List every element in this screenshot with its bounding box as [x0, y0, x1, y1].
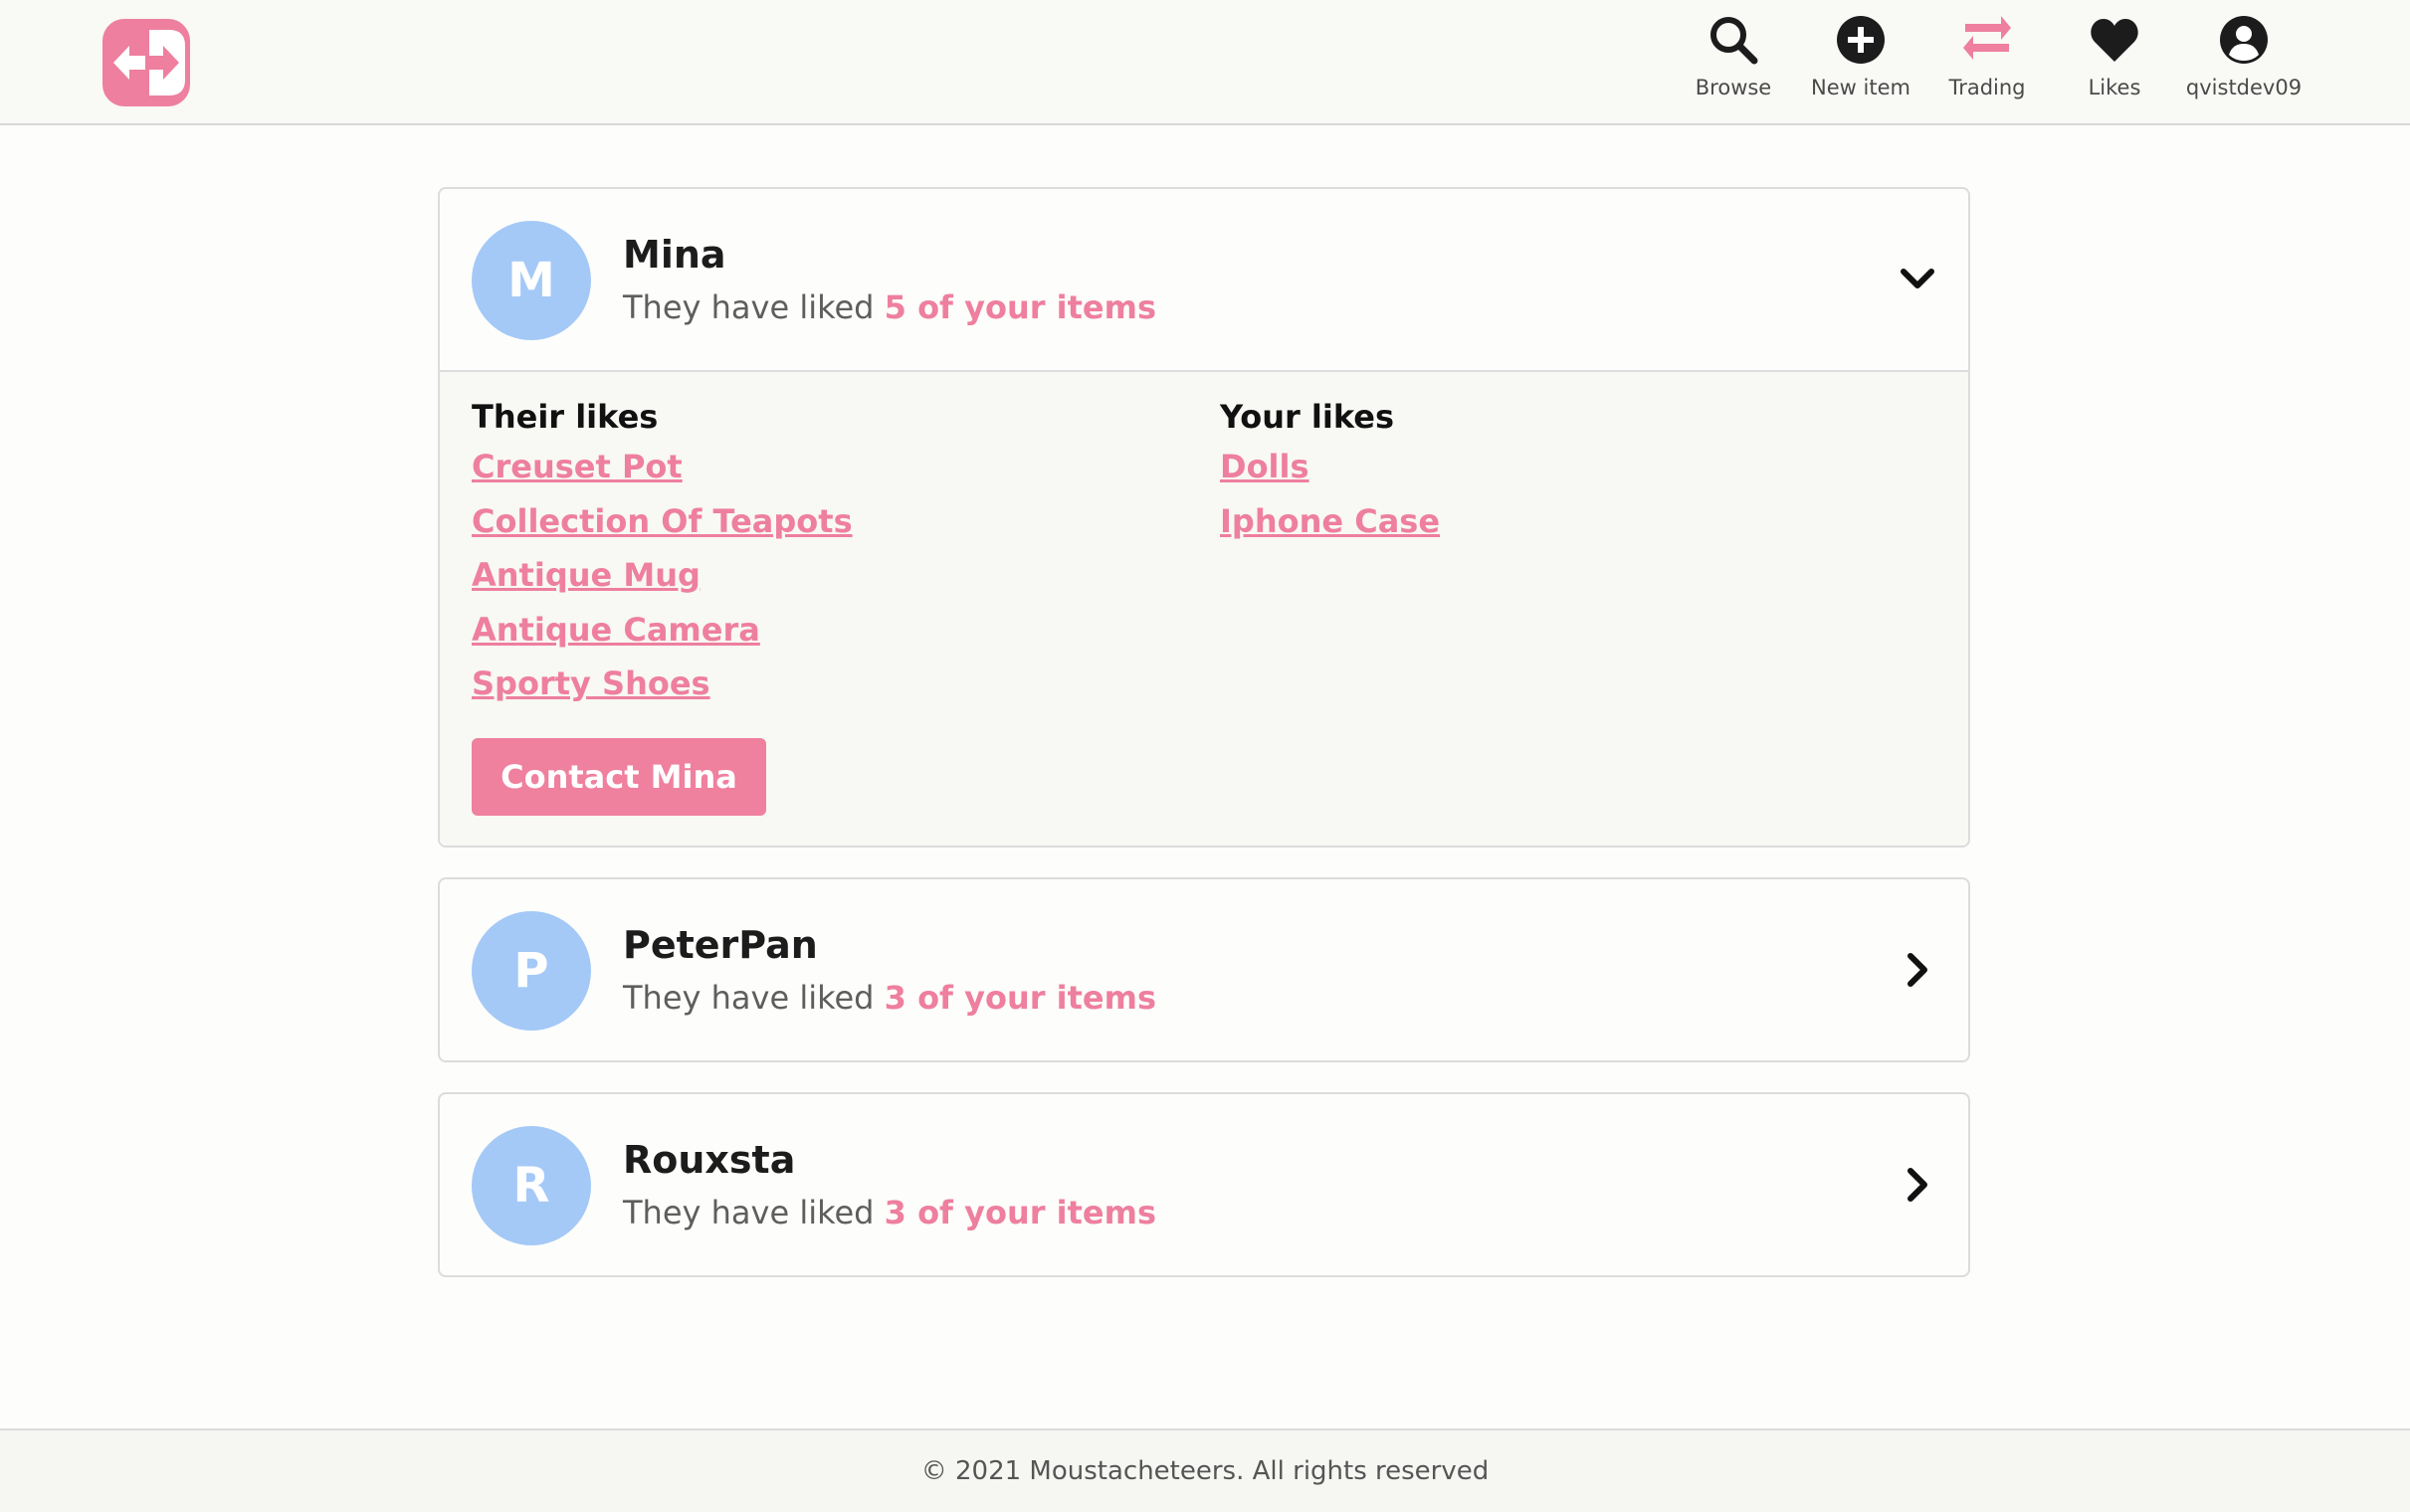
match-summary: They have liked 3 of your items — [623, 1194, 1156, 1231]
match-card-rouxsta: R Rouxsta They have liked 3 of your item… — [438, 1092, 1970, 1277]
match-like-count: 3 of your items — [884, 979, 1157, 1017]
chevron-right-icon[interactable] — [1895, 947, 1940, 993]
match-card-peterpan: P PeterPan They have liked 3 of your ite… — [438, 877, 1970, 1062]
match-like-count: 5 of your items — [884, 288, 1157, 326]
nav-user-profile[interactable]: qvistdev09 — [2179, 14, 2309, 109]
nav-browse[interactable]: Browse — [1669, 14, 1798, 109]
match-username: Rouxsta — [623, 1138, 796, 1182]
nav-likes[interactable]: Likes — [2050, 14, 2179, 109]
match-summary: They have liked 3 of your items — [623, 979, 1156, 1017]
their-like-link[interactable]: Collection Of Teapots — [472, 498, 853, 553]
match-summary-prefix: They have liked — [623, 1194, 875, 1231]
nav-new-item[interactable]: New item — [1796, 14, 1925, 109]
their-like-link[interactable]: Sporty Shoes — [472, 661, 853, 715]
your-like-link[interactable]: Iphone Case — [1220, 498, 1440, 553]
chevron-right-icon[interactable] — [1895, 1162, 1940, 1208]
match-username: PeterPan — [623, 923, 818, 967]
their-likes-title: Their likes — [472, 398, 659, 436]
plus-circle-icon — [1837, 16, 1885, 64]
match-card-header[interactable]: R Rouxsta They have liked 3 of your item… — [440, 1094, 1968, 1275]
swap-logo-icon[interactable] — [100, 16, 193, 109]
match-card-details: Their likes Creuset Pot Collection Of Te… — [440, 370, 1968, 846]
match-card-header[interactable]: M Mina They have liked 5 of your items — [440, 189, 1968, 370]
their-like-link[interactable]: Creuset Pot — [472, 444, 853, 498]
match-card-header[interactable]: P PeterPan They have liked 3 of your ite… — [440, 879, 1968, 1060]
nav-trading[interactable]: Trading — [1922, 14, 2052, 109]
match-username: Mina — [623, 233, 726, 277]
nav-new-item-label: New item — [1811, 76, 1910, 99]
match-summary-prefix: They have liked — [623, 979, 875, 1017]
top-nav-bar: Browse New item Trading Likes qvistdev09 — [0, 0, 2410, 125]
match-summary: They have liked 5 of your items — [623, 288, 1156, 326]
your-likes-column: Your likes Dolls Iphone Case — [1220, 398, 1440, 552]
copyright-text: © 2021 Moustacheteers. All rights reserv… — [920, 1456, 1490, 1486]
footer: © 2021 Moustacheteers. All rights reserv… — [0, 1428, 2410, 1512]
user-circle-icon — [2220, 16, 2268, 64]
nav-user-label: qvistdev09 — [2185, 76, 2303, 99]
swap-arrows-icon — [1963, 16, 2011, 60]
your-like-link[interactable]: Dolls — [1220, 444, 1440, 498]
avatar: R — [472, 1126, 591, 1245]
match-summary-prefix: They have liked — [623, 288, 875, 326]
nav-browse-label: Browse — [1695, 76, 1772, 99]
search-icon — [1710, 17, 1758, 65]
your-likes-title: Your likes — [1220, 398, 1395, 436]
heart-icon — [2091, 19, 2138, 62]
their-like-link[interactable]: Antique Mug — [472, 552, 853, 607]
avatar: P — [472, 911, 591, 1031]
nav-trading-label: Trading — [1948, 76, 2026, 99]
their-like-link[interactable]: Antique Camera — [472, 607, 853, 662]
contact-button[interactable]: Contact Mina — [472, 738, 766, 816]
their-likes-column: Their likes Creuset Pot Collection Of Te… — [472, 398, 853, 715]
nav-likes-label: Likes — [2088, 76, 2141, 99]
chevron-down-icon[interactable] — [1895, 257, 1940, 302]
match-like-count: 3 of your items — [884, 1194, 1157, 1231]
match-card-mina: M Mina They have liked 5 of your items T… — [438, 187, 1970, 848]
avatar: M — [472, 221, 591, 340]
